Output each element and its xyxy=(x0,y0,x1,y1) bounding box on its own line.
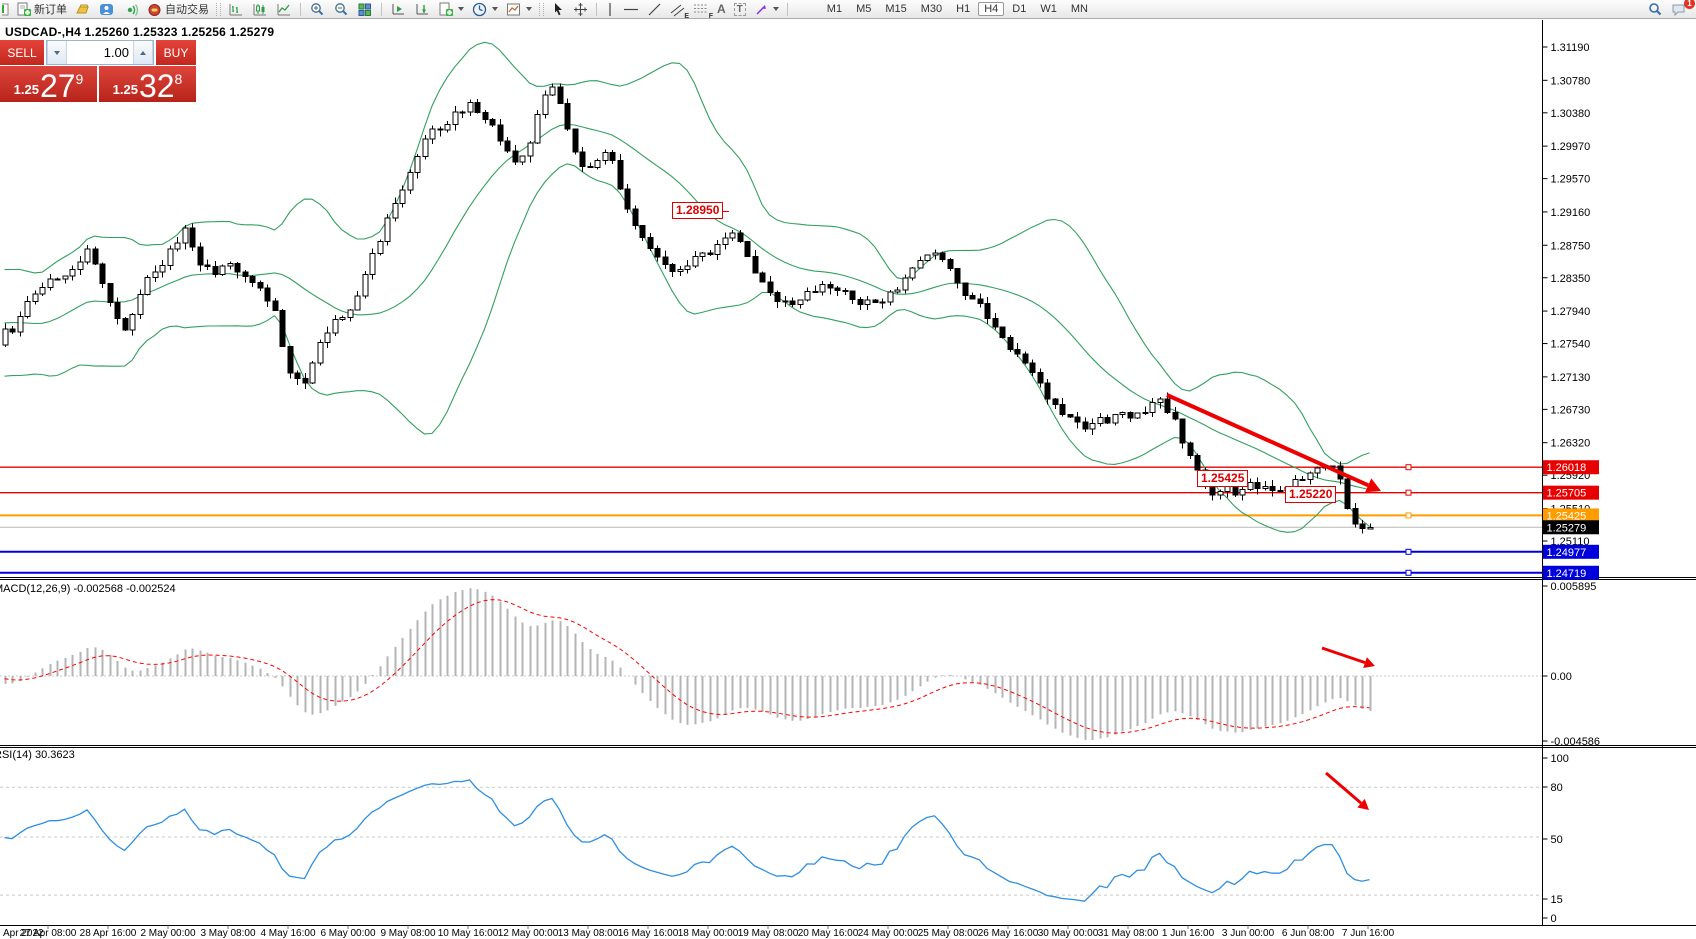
buy-price-sup: 8 xyxy=(175,71,183,87)
price-axis: 1.31190 1.30780 1.30380 1.29970 1.29570 1.291… xyxy=(1543,42,1601,925)
trend-arrow-macd xyxy=(1322,648,1375,668)
svg-text:80: 80 xyxy=(1551,782,1563,794)
price-chart-canvas[interactable]: 1.31190 1.30780 1.30380 1.29970 1.29570 1.291… xyxy=(0,0,1696,939)
svg-text:12 May 00:00: 12 May 00:00 xyxy=(498,928,559,939)
svg-text:50: 50 xyxy=(1551,834,1563,846)
price-callout-125425[interactable]: 1.25425 xyxy=(1197,470,1248,487)
hline-handle xyxy=(1406,490,1411,495)
svg-text:0: 0 xyxy=(1551,913,1557,925)
svg-text:1.31190: 1.31190 xyxy=(1551,42,1590,54)
svg-text:1.29160: 1.29160 xyxy=(1551,207,1591,219)
rsi-line xyxy=(5,780,1370,901)
svg-text:9 May 08:00: 9 May 08:00 xyxy=(380,928,435,939)
buy-button[interactable]: BUY xyxy=(156,40,196,65)
svg-text:1.29970: 1.29970 xyxy=(1551,141,1591,153)
svg-text:25 May 08:00: 25 May 08:00 xyxy=(918,928,979,939)
svg-text:1.26320: 1.26320 xyxy=(1551,438,1591,450)
svg-text:1.30380: 1.30380 xyxy=(1551,108,1591,120)
svg-text:6 Jun 08:00: 6 Jun 08:00 xyxy=(1282,928,1335,939)
candlesticks xyxy=(3,83,1373,533)
price-callout-128950[interactable]: 1.28950 xyxy=(672,202,723,219)
svg-text:24 May 00:00: 24 May 00:00 xyxy=(858,928,919,939)
bollinger-bands xyxy=(5,42,1370,532)
time-axis: Apr 202227 Apr 08:0028 Apr 16:002 May 00… xyxy=(3,926,1395,939)
buy-price-display[interactable]: 1.25 32 8 xyxy=(99,66,196,102)
svg-text:1.28750: 1.28750 xyxy=(1551,240,1591,252)
sell-price-display[interactable]: 1.25 27 9 xyxy=(0,66,97,102)
svg-text:0.00: 0.00 xyxy=(1551,671,1572,683)
svg-text:30 May 00:00: 30 May 00:00 xyxy=(1038,928,1099,939)
svg-text:13 May 08:00: 13 May 08:00 xyxy=(558,928,619,939)
sell-button[interactable]: SELL xyxy=(0,40,44,65)
volume-decrease-button[interactable] xyxy=(47,41,67,64)
sell-price-prefix: 1.25 xyxy=(14,82,39,97)
macd-histogram xyxy=(6,588,1371,740)
mt4-window: 新订单 自动交易 E F A T xyxy=(0,0,1696,939)
svg-text:1.25705: 1.25705 xyxy=(1547,488,1587,500)
hline-handle xyxy=(1406,465,1411,470)
volume-input[interactable] xyxy=(67,41,133,64)
svg-text:10 May 16:00: 10 May 16:00 xyxy=(438,928,499,939)
svg-text:1.27130: 1.27130 xyxy=(1551,372,1591,384)
macd-indicator-label: MACD(12,26,9) -0.002568 -0.002524 xyxy=(0,583,176,595)
svg-text:27 Apr 08:00: 27 Apr 08:00 xyxy=(20,928,77,939)
svg-text:3 Jun 00:00: 3 Jun 00:00 xyxy=(1222,928,1275,939)
svg-text:3 May 08:00: 3 May 08:00 xyxy=(200,928,255,939)
rsi-indicator-label: RSI(14) 30.3623 xyxy=(0,749,75,761)
svg-text:26 May 16:00: 26 May 16:00 xyxy=(978,928,1039,939)
svg-text:7 Jun 16:00: 7 Jun 16:00 xyxy=(1342,928,1395,939)
pane-frame xyxy=(0,20,1696,926)
svg-text:4 May 16:00: 4 May 16:00 xyxy=(260,928,315,939)
hline-handle xyxy=(1406,549,1411,554)
svg-text:18 May 00:00: 18 May 00:00 xyxy=(678,928,739,939)
svg-text:1.30780: 1.30780 xyxy=(1551,75,1591,87)
hline-handle xyxy=(1406,570,1411,575)
svg-text:28 Apr 16:00: 28 Apr 16:00 xyxy=(80,928,137,939)
svg-text:-0.004586: -0.004586 xyxy=(1551,736,1601,748)
sell-price-big: 27 xyxy=(40,72,76,100)
svg-text:1.27940: 1.27940 xyxy=(1551,306,1591,318)
volume-increase-button[interactable] xyxy=(133,41,153,64)
svg-text:2 May 00:00: 2 May 00:00 xyxy=(140,928,195,939)
buy-price-prefix: 1.25 xyxy=(113,82,138,97)
svg-text:1.24719: 1.24719 xyxy=(1547,568,1587,580)
volume-stepper xyxy=(46,40,154,65)
svg-text:1.29570: 1.29570 xyxy=(1551,174,1591,186)
svg-text:1.24977: 1.24977 xyxy=(1547,547,1587,559)
svg-text:15: 15 xyxy=(1551,894,1563,906)
svg-text:1.28350: 1.28350 xyxy=(1551,273,1591,285)
trend-arrow-rsi xyxy=(1326,773,1369,810)
price-callout-125220[interactable]: 1.25220 xyxy=(1285,486,1336,503)
svg-text:1.25279: 1.25279 xyxy=(1547,522,1587,534)
hline-handle xyxy=(1406,513,1411,518)
svg-text:1.27540: 1.27540 xyxy=(1551,339,1591,351)
svg-text:19 May 08:00: 19 May 08:00 xyxy=(738,928,799,939)
buy-price-big: 32 xyxy=(139,72,175,100)
sell-price-sup: 9 xyxy=(76,71,84,87)
chart-title: USDCAD-,H4 1.25260 1.25323 1.25256 1.252… xyxy=(5,25,274,39)
svg-text:20 May 16:00: 20 May 16:00 xyxy=(798,928,859,939)
svg-text:1.26730: 1.26730 xyxy=(1551,404,1591,416)
svg-text:1.26018: 1.26018 xyxy=(1547,462,1587,474)
svg-text:16 May 16:00: 16 May 16:00 xyxy=(618,928,679,939)
svg-text:31 May 08:00: 31 May 08:00 xyxy=(1098,928,1159,939)
one-click-trading-panel: SELL BUY 1.25 27 9 1.25 32 8 xyxy=(0,40,196,102)
svg-text:1 Jun 16:00: 1 Jun 16:00 xyxy=(1162,928,1215,939)
svg-text:0.005895: 0.005895 xyxy=(1551,581,1597,593)
svg-text:100: 100 xyxy=(1551,753,1569,765)
svg-text:6 May 00:00: 6 May 00:00 xyxy=(320,928,375,939)
